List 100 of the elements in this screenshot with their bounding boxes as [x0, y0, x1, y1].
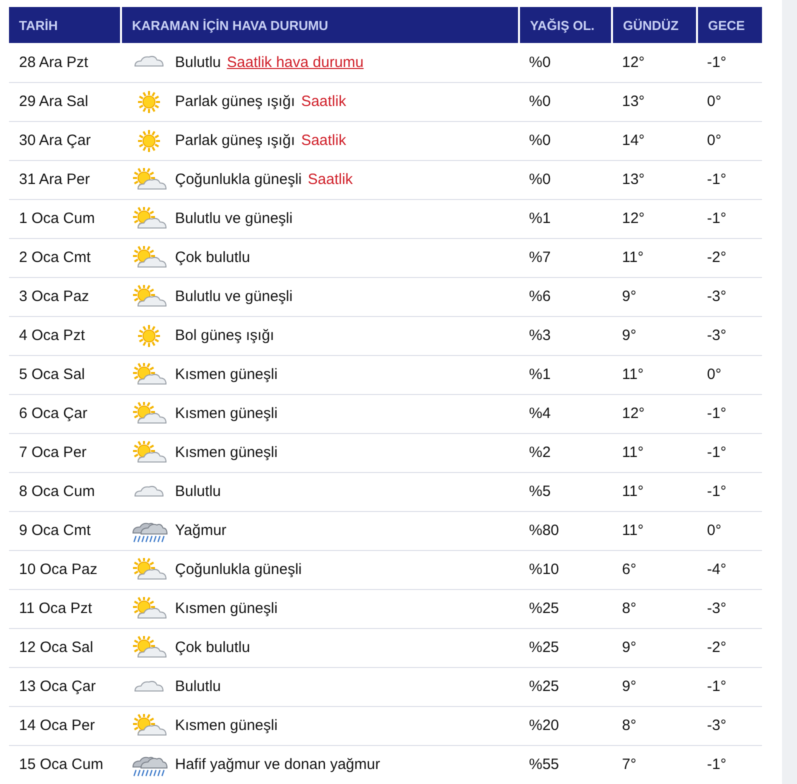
weather-description: Bol güneş ışığı	[175, 327, 274, 344]
night-temperature-cell: -3°	[697, 277, 762, 316]
column-header: TARİH	[9, 7, 121, 43]
weather-description: Kısmen güneşli	[175, 366, 278, 383]
date-cell: 4 Oca Pzt	[9, 316, 121, 355]
precipitation-cell: %5	[519, 472, 612, 511]
hourly-link[interactable]: Saatlik	[308, 171, 353, 188]
night-temperature-cell: -1°	[697, 199, 762, 238]
day-temperature-cell: 8°	[612, 706, 697, 745]
day-temperature-cell: 11°	[612, 472, 697, 511]
sun-cloud-icon	[131, 206, 169, 230]
day-temperature-cell: 12°	[612, 394, 697, 433]
weather-description: Çoğunlukla güneşli	[175, 171, 302, 188]
date-cell: 13 Oca Çar	[9, 667, 121, 706]
date-cell: 15 Oca Cum	[9, 745, 121, 784]
precipitation-cell: %25	[519, 628, 612, 667]
weather-description: Yağmur	[175, 522, 226, 539]
column-header: GECE	[697, 7, 762, 43]
date-cell: 9 Oca Cmt	[9, 511, 121, 550]
precipitation-cell: %80	[519, 511, 612, 550]
night-temperature-cell: -1°	[697, 160, 762, 199]
night-temperature-cell: -3°	[697, 589, 762, 628]
weather-description: Kısmen güneşli	[175, 444, 278, 461]
weather-description: Parlak güneş ışığı	[175, 132, 296, 149]
weather-description: Bulutlu	[175, 678, 221, 695]
night-temperature-cell: -2°	[697, 628, 762, 667]
date-cell: 5 Oca Sal	[9, 355, 121, 394]
column-header: YAĞIŞ OL.	[519, 7, 612, 43]
weather-description: Hafif yağmur ve donan yağmur	[175, 756, 380, 773]
precipitation-cell: %0	[519, 160, 612, 199]
date-cell: 12 Oca Sal	[9, 628, 121, 667]
day-temperature-cell: 13°	[612, 82, 697, 121]
night-temperature-cell: -2°	[697, 238, 762, 277]
day-temperature-cell: 13°	[612, 160, 697, 199]
weather-description: Bulutlu ve güneşli	[175, 288, 293, 305]
precipitation-cell: %4	[519, 394, 612, 433]
precipitation-cell: %1	[519, 355, 612, 394]
weather-description: Çok bulutlu	[175, 249, 250, 266]
date-cell: 3 Oca Paz	[9, 277, 121, 316]
sun-cloud-icon	[131, 714, 169, 738]
hourly-link[interactable]: Saatlik	[301, 93, 346, 110]
precipitation-cell: %1	[519, 199, 612, 238]
sun-cloud-icon	[131, 402, 169, 426]
sun-cloud-icon	[131, 168, 169, 192]
date-cell: 1 Oca Cum	[9, 199, 121, 238]
day-temperature-cell: 9°	[612, 628, 697, 667]
sun-cloud-icon	[131, 362, 169, 386]
night-temperature-cell: -1°	[697, 745, 762, 784]
date-cell: 2 Oca Cmt	[9, 238, 121, 277]
night-temperature-cell: -4°	[697, 550, 762, 589]
precipitation-cell: %20	[519, 706, 612, 745]
day-temperature-cell: 12°	[612, 199, 697, 238]
night-temperature-cell: 0°	[697, 82, 762, 121]
sun-cloud-icon	[131, 246, 169, 270]
date-cell: 11 Oca Pzt	[9, 589, 121, 628]
date-cell: 8 Oca Cum	[9, 472, 121, 511]
date-cell: 28 Ara Pzt	[9, 43, 121, 82]
date-cell: 30 Ara Çar	[9, 121, 121, 160]
date-cell: 6 Oca Çar	[9, 394, 121, 433]
day-temperature-cell: 12°	[612, 43, 697, 82]
night-temperature-cell: -1°	[697, 43, 762, 82]
precipitation-cell: %6	[519, 277, 612, 316]
night-temperature-cell: -1°	[697, 472, 762, 511]
date-cell: 14 Oca Per	[9, 706, 121, 745]
precipitation-cell: %0	[519, 82, 612, 121]
night-temperature-cell: -1°	[697, 433, 762, 472]
day-temperature-cell: 7°	[612, 745, 697, 784]
sun-cloud-icon	[131, 596, 169, 620]
day-temperature-cell: 11°	[612, 238, 697, 277]
precipitation-cell: %2	[519, 433, 612, 472]
day-temperature-cell: 6°	[612, 550, 697, 589]
weather-description: Bulutlu ve güneşli	[175, 210, 293, 227]
night-temperature-cell: -3°	[697, 316, 762, 355]
day-temperature-cell: 9°	[612, 277, 697, 316]
weather-description: Çoğunlukla güneşli	[175, 561, 302, 578]
weather-description: Kısmen güneşli	[175, 600, 278, 617]
sun-cloud-icon	[131, 558, 169, 582]
hourly-link[interactable]: Saatlik hava durumu	[226, 54, 364, 71]
night-temperature-cell: 0°	[697, 511, 762, 550]
column-header: GÜNDÜZ	[612, 7, 697, 43]
night-temperature-cell: 0°	[697, 355, 762, 394]
weather-description: Bulutlu	[175, 54, 221, 71]
precipitation-cell: %25	[519, 667, 612, 706]
sun-cloud-icon	[131, 284, 169, 308]
precipitation-cell: %25	[519, 589, 612, 628]
weather-description: Bulutlu	[175, 483, 221, 500]
date-cell: 7 Oca Per	[9, 433, 121, 472]
night-temperature-cell: -1°	[697, 394, 762, 433]
precipitation-cell: %55	[519, 745, 612, 784]
weather-description: Çok bulutlu	[175, 639, 250, 656]
precipitation-cell: %7	[519, 238, 612, 277]
night-temperature-cell: -3°	[697, 706, 762, 745]
precipitation-cell: %0	[519, 121, 612, 160]
weather-description: Kısmen güneşli	[175, 717, 278, 734]
precipitation-cell: %10	[519, 550, 612, 589]
day-temperature-cell: 9°	[612, 667, 697, 706]
night-temperature-cell: -1°	[697, 667, 762, 706]
day-temperature-cell: 11°	[612, 511, 697, 550]
hourly-link[interactable]: Saatlik	[301, 132, 346, 149]
date-cell: 10 Oca Paz	[9, 550, 121, 589]
